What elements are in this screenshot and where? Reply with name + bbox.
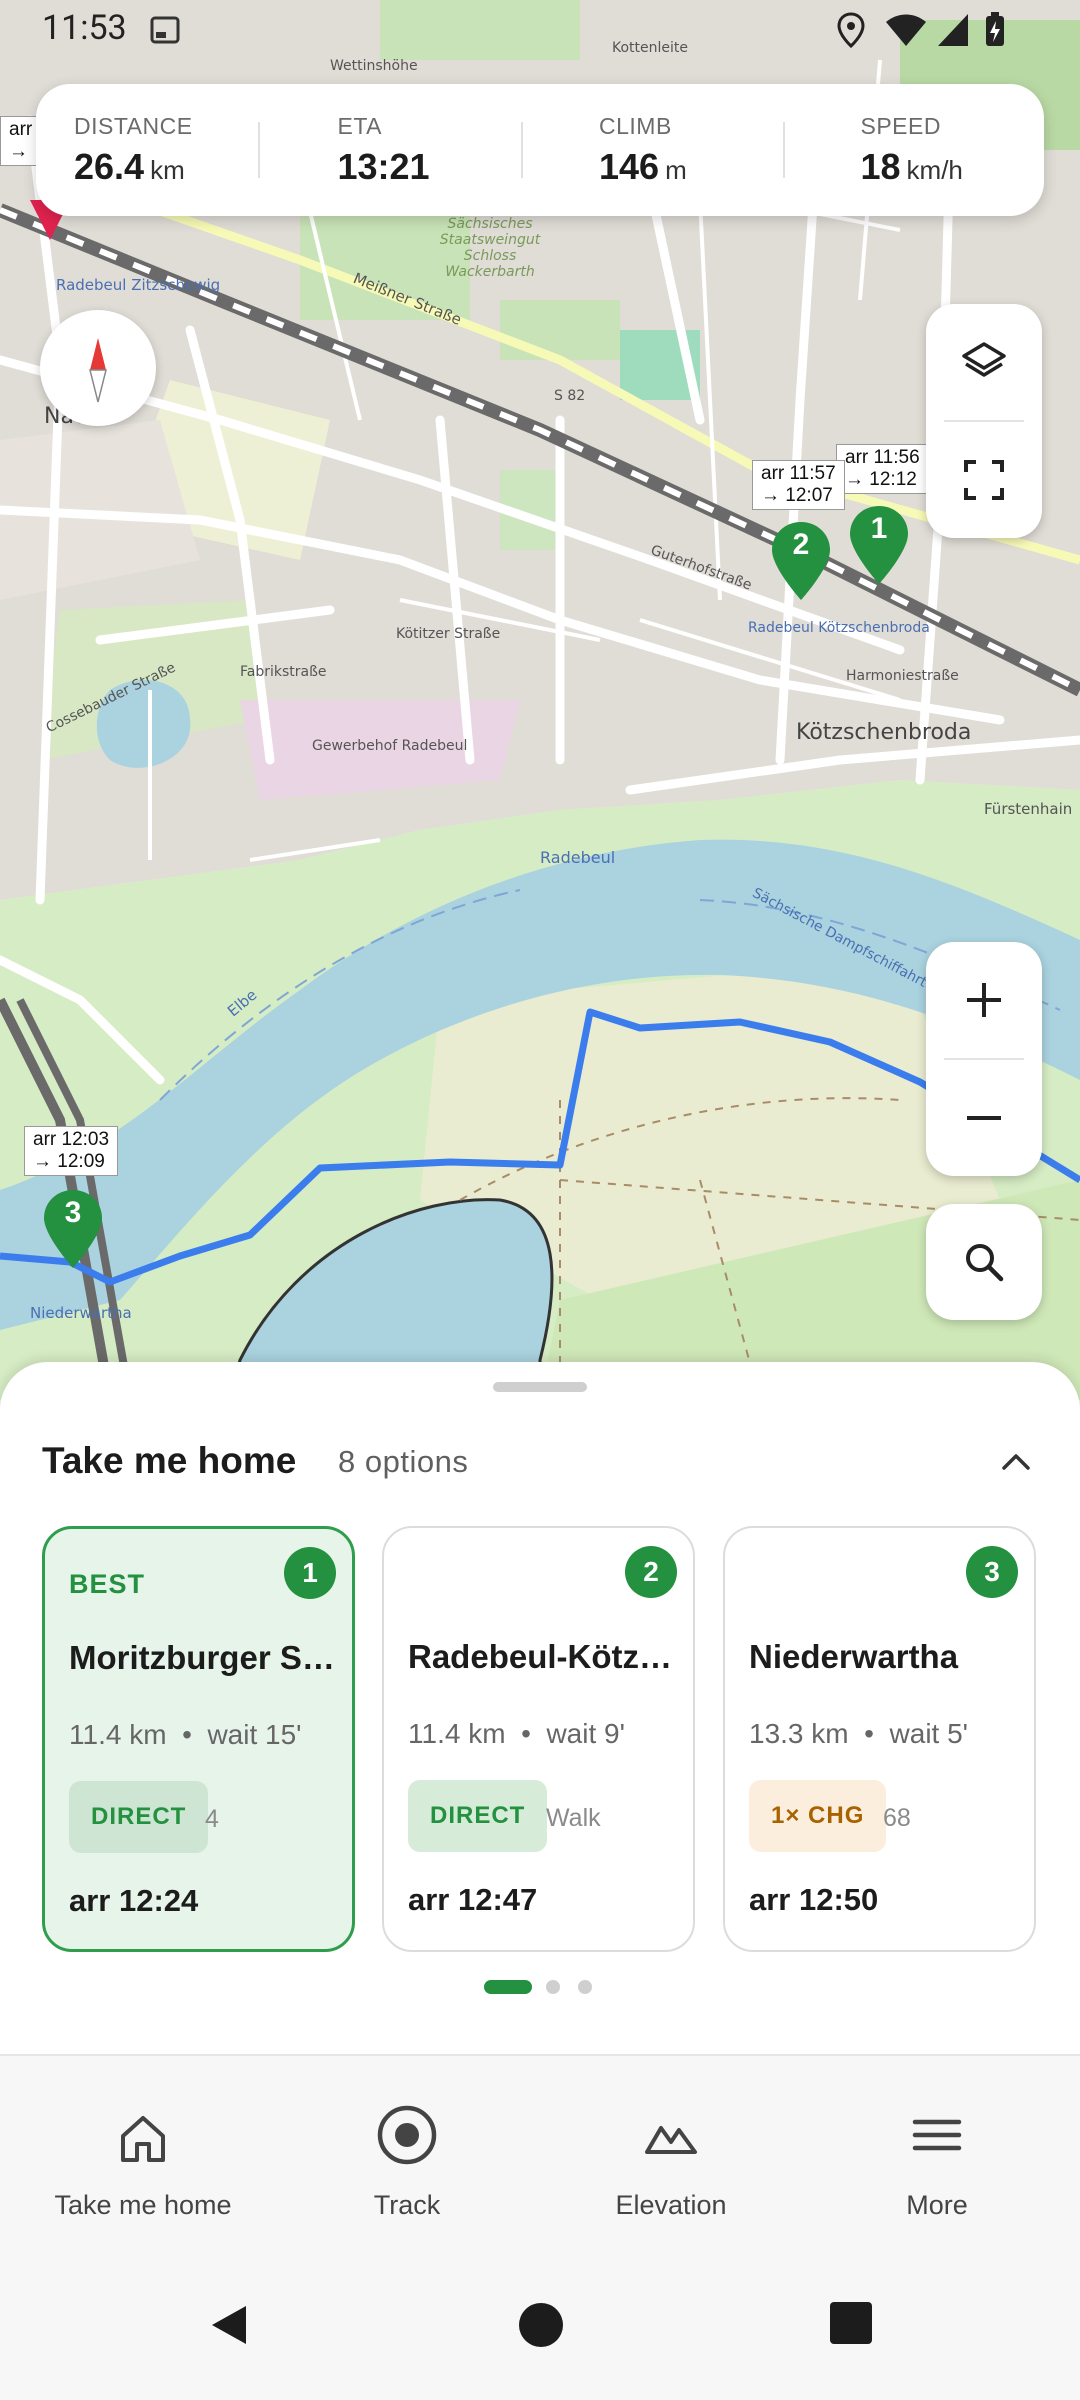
bottom-navigation: Take me home Track Elevation More	[0, 2054, 1080, 2400]
option-number-badge: 2	[625, 1546, 677, 1598]
sheet-title: Take me home	[42, 1440, 297, 1481]
battery-charging-icon	[986, 12, 1004, 46]
page-dot-active[interactable]	[484, 1980, 532, 1994]
nav-take-me-home[interactable]: Take me home	[8, 2100, 278, 2221]
map-label: Kötitzer Straße	[396, 626, 501, 642]
map-label: Sächsisches Staatsweingut Schloss Wacker…	[439, 216, 541, 280]
layers-icon	[962, 342, 1006, 377]
map-label: Kötzschenbroda	[796, 720, 972, 745]
arrival-time: arr 12:50	[749, 1882, 879, 1917]
sheet-drag-handle[interactable]	[493, 1382, 587, 1392]
search-icon	[966, 1244, 1004, 1282]
minus-icon	[967, 1116, 1001, 1120]
stop-name: Radebeul-Kötzschenbroda	[408, 1638, 678, 1675]
map-label: Harmoniestraße	[846, 668, 959, 684]
map-label: Fabrikstraße	[240, 664, 327, 680]
map-label: S 82	[554, 388, 586, 404]
nav-more[interactable]: More	[802, 2100, 1072, 2221]
stop-name: Niederwartha	[749, 1638, 959, 1675]
screenshot-icon	[150, 16, 180, 44]
page-dot[interactable]	[546, 1980, 560, 1994]
arrival-time: arr 12:24	[69, 1883, 199, 1918]
search-control	[926, 1204, 1042, 1320]
connection-tag: DIRECT	[408, 1780, 548, 1852]
map-label: Gewerbehof Radebeul	[312, 738, 468, 754]
compass-icon	[89, 338, 107, 403]
best-label: BEST	[69, 1569, 146, 1599]
route-option-card[interactable]: 1 BEST Moritzburger Straße 11.4 km • wai…	[42, 1526, 355, 1952]
track-icon	[377, 2105, 437, 2165]
map-label: Radebeul Zitzschewig	[56, 276, 221, 294]
line-info: 68	[883, 1804, 911, 1832]
stat-eta: ETA 13:21	[257, 84, 522, 216]
station-marker-1[interactable]: 1	[850, 506, 908, 584]
stop-name: Moritzburger Straße	[69, 1639, 339, 1676]
map-view-controls	[926, 304, 1042, 538]
line-info: 4	[205, 1805, 219, 1833]
map-label: Radebeul Kötzschenbroda	[748, 620, 930, 636]
distance-wait: 13.3 km • wait 5'	[749, 1718, 969, 1749]
chevron-up-icon[interactable]	[996, 1442, 1036, 1482]
zoom-controls	[926, 942, 1042, 1176]
route-option-card[interactable]: 2 Radebeul-Kötzschenbroda 11.4 km • wait…	[382, 1526, 695, 1952]
line-info: Walk	[546, 1804, 601, 1832]
status-time: 11:53	[42, 8, 127, 48]
stat-climb: CLIMB 146 m	[521, 84, 783, 216]
distance-wait: 11.4 km • wait 9'	[408, 1718, 625, 1749]
station-marker-2[interactable]: 2	[772, 522, 830, 600]
connection-tag: 1× CHG	[749, 1780, 887, 1852]
option-number-badge: 1	[284, 1547, 336, 1599]
station-tooltip-2: arr 11:57 → 12:07	[752, 460, 845, 510]
home-button-icon[interactable]	[518, 2302, 564, 2348]
back-icon[interactable]	[206, 2302, 252, 2348]
wifi-icon	[886, 14, 926, 46]
elevation-icon	[645, 2126, 697, 2154]
status-bar: 11:53	[0, 0, 1080, 60]
cellular-signal-icon	[938, 14, 968, 46]
trip-stats-card: DISTANCE 26.4 km ETA 13:21 CLIMB 146 m SPE…	[36, 84, 1044, 216]
connection-tag: DIRECT	[69, 1781, 209, 1853]
fullscreen-icon	[964, 460, 1004, 500]
map-label: Radebeul	[540, 848, 616, 867]
home-icon	[121, 2116, 165, 2162]
map-label: Wettinshöhe	[330, 58, 418, 74]
nav-elevation[interactable]: Elevation	[536, 2100, 806, 2221]
compass-button[interactable]	[40, 310, 156, 426]
menu-icon	[912, 2119, 962, 2151]
station-tooltip-3: arr 12:03 → 12:09	[24, 1126, 119, 1176]
layers-button[interactable]	[926, 304, 1042, 420]
route-option-card[interactable]: 3 Niederwartha 13.3 km • wait 5' 1× CHG …	[723, 1526, 1036, 1952]
station-marker-3[interactable]: 3	[44, 1190, 102, 1268]
distance-wait: 11.4 km • wait 15'	[69, 1719, 302, 1750]
zoom-out-button[interactable]	[926, 1060, 1042, 1176]
stat-distance: DISTANCE 26.4 km	[74, 112, 193, 187]
page-dot[interactable]	[578, 1980, 592, 1994]
fullscreen-button[interactable]	[926, 422, 1042, 538]
location-icon	[837, 12, 865, 48]
recents-icon[interactable]	[830, 2302, 872, 2344]
search-button[interactable]	[926, 1204, 1042, 1320]
plus-icon	[967, 983, 1001, 1017]
station-tooltip-1: arr 11:56 → 12:12	[836, 444, 929, 494]
zoom-in-button[interactable]	[926, 942, 1042, 1058]
option-number-badge: 3	[966, 1546, 1018, 1598]
options-count: 8 options	[338, 1444, 469, 1479]
nav-track[interactable]: Track	[272, 2100, 542, 2221]
arrival-time: arr 12:47	[408, 1882, 538, 1917]
map-label: Niederwartha	[30, 1304, 132, 1322]
stat-speed: SPEED 18 km/h	[782, 84, 1045, 216]
map-label: Fürstenhain	[984, 800, 1073, 818]
